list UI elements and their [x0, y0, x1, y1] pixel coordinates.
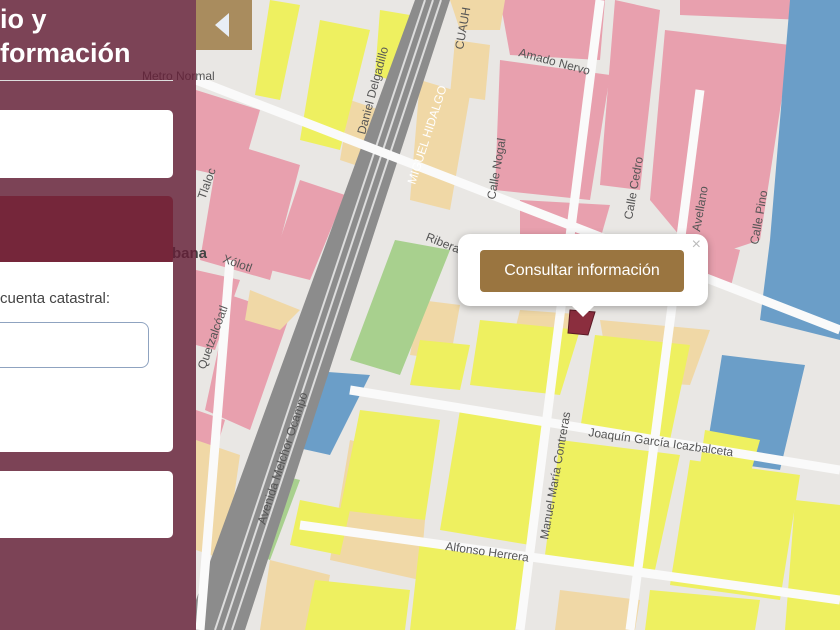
panel-title-line1: io y	[0, 4, 47, 34]
map-popup: × Consultar información	[458, 234, 708, 317]
close-icon[interactable]: ×	[692, 236, 701, 254]
title-divider	[0, 80, 173, 81]
account-search-card: cuenta catastral:	[0, 262, 173, 452]
secondary-option-card[interactable]	[0, 471, 173, 538]
account-field-label: cuenta catastral:	[0, 290, 111, 307]
panel-title-line2: formación	[0, 38, 131, 68]
account-number-input[interactable]	[0, 322, 149, 368]
search-option-card[interactable]	[0, 110, 173, 178]
side-panel: io y formación cuenta catastral:	[0, 0, 196, 630]
consult-info-button[interactable]: Consultar información	[480, 250, 684, 292]
active-option-header[interactable]	[0, 196, 173, 264]
chevron-left-icon	[215, 13, 229, 37]
collapse-panel-button[interactable]	[196, 0, 252, 50]
